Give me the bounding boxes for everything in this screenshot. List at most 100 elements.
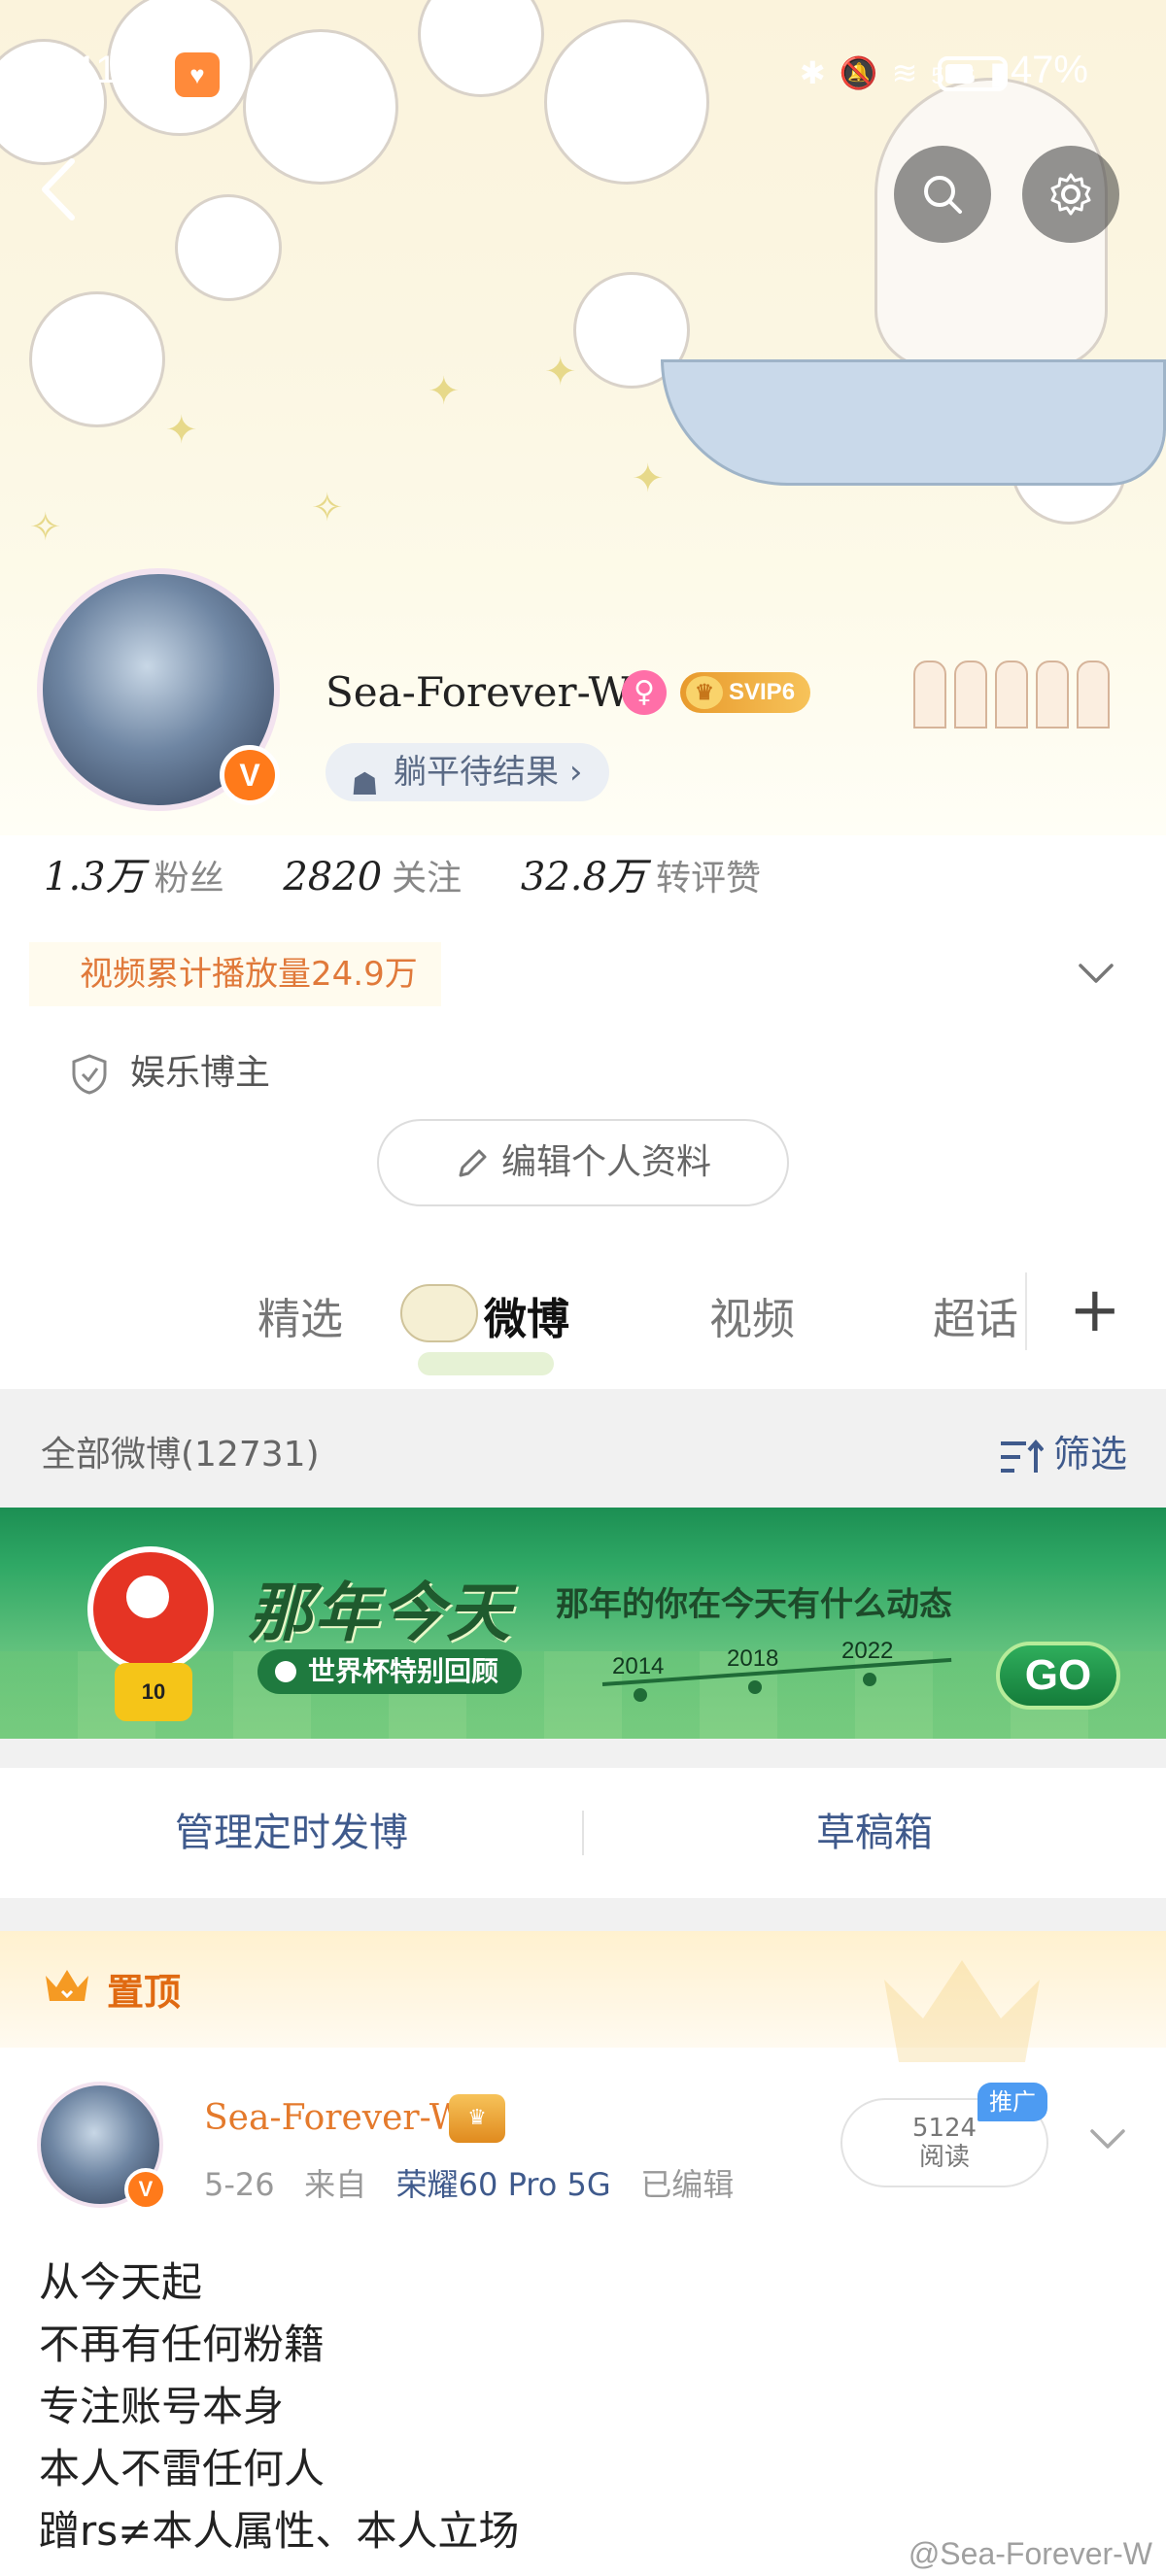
all-posts-count: 全部微博(12731) xyxy=(41,1435,320,1474)
svip-label: SVIP6 xyxy=(729,679,796,705)
tab-weibo[interactable]: 微博 xyxy=(484,1284,569,1346)
status-chip-label: 躺平待结果 xyxy=(394,753,559,792)
year-label: 2018 xyxy=(727,1645,779,1672)
battery-icon xyxy=(938,56,1008,91)
banner-title: 那年今天 xyxy=(248,1576,512,1650)
tab-featured[interactable]: 精选 xyxy=(257,1284,343,1346)
crown-watermark-icon xyxy=(884,1960,1040,2062)
sort-filter-icon xyxy=(1000,1439,1045,1473)
settings-button[interactable] xyxy=(1022,146,1119,243)
post-line: 专注账号本身 xyxy=(39,2383,285,2430)
tab-active-indicator xyxy=(418,1352,554,1375)
cover-star: ✦ xyxy=(632,457,665,501)
stat-value: 2820 xyxy=(283,855,383,899)
watermark: @Sea-Forever-W xyxy=(908,2536,1152,2571)
post-device[interactable]: 荣耀60 Pro 5G xyxy=(396,2166,611,2203)
stat-following[interactable]: 2820 关注 xyxy=(283,850,462,900)
shield-icon xyxy=(72,1054,107,1095)
section-gap xyxy=(0,1898,1166,1931)
wifi-icon: ≋ xyxy=(891,55,932,90)
chevron-right-icon: › xyxy=(568,753,583,792)
tab-sticker-icon xyxy=(400,1284,478,1342)
stat-label: 粉丝 xyxy=(154,859,224,898)
tab-supertopic[interactable]: 超话 xyxy=(933,1284,1018,1346)
stat-value: 32.8万 xyxy=(520,855,646,899)
pinned-label: 置顶 xyxy=(107,1971,182,2014)
filter-button[interactable]: 筛选 xyxy=(999,1424,1127,1477)
video-plays-summary[interactable]: 视频累计播放量24.9万 xyxy=(29,942,441,1006)
status-chip[interactable]: ☗ 躺平待结果 › xyxy=(326,743,610,802)
crown-icon xyxy=(46,1970,88,2001)
memories-banner[interactable]: 10 那年今天 那年的你在今天有什么动态 世界杯特别回顾 2014 2018 2… xyxy=(0,1508,1166,1739)
scheduled-posts-button[interactable]: 管理定时发博 xyxy=(0,1768,583,1898)
mute-icon: 🔕 xyxy=(839,55,892,90)
search-icon xyxy=(924,176,962,214)
stat-followers[interactable]: 1.3万 粉丝 xyxy=(44,845,224,901)
battery-percent: 47% xyxy=(1010,49,1088,91)
drafts-button[interactable]: 草稿箱 xyxy=(583,1768,1166,1898)
post-line: 从今天起 xyxy=(39,2258,203,2306)
cover-flower xyxy=(29,291,165,427)
svip-badge[interactable]: ♛ SVIP6 xyxy=(680,672,811,713)
profile-tabs: 精选 微博 视频 超话 + xyxy=(0,1243,1166,1389)
tab-videos[interactable]: 视频 xyxy=(709,1284,795,1346)
mascot-jersey: 10 xyxy=(115,1663,192,1721)
stat-value: 1.3万 xyxy=(44,855,145,899)
read-count-label: 阅读 xyxy=(918,2143,970,2172)
year-dot xyxy=(863,1673,876,1686)
crown-icon: ♛ xyxy=(686,676,723,709)
cover-star: ✦ xyxy=(165,408,198,453)
post-date: 5-26 xyxy=(204,2166,275,2203)
year-label: 2014 xyxy=(612,1653,665,1679)
profile-username: Sea-Forever-W xyxy=(326,668,631,716)
post-line: 本人不雷任何人 xyxy=(39,2445,326,2492)
year-dot xyxy=(634,1688,647,1702)
profile-cover: ✦ ✦ ✦ ✧ ✦ ✧ 11:10 ♥ ✱🔕≋5G▮ 47% V Sea-For… xyxy=(0,0,1166,835)
creator-tag-label: 娱乐博主 xyxy=(130,1053,271,1093)
chevron-left-icon xyxy=(42,158,75,220)
lying-person-icon: ☗ xyxy=(351,765,379,802)
status-bar: 11:10 ♥ ✱🔕≋5G▮ 47% xyxy=(0,49,1166,97)
year-label: 2022 xyxy=(841,1638,894,1664)
post-meta: 5-26 来自 荣耀60 Pro 5G 已编辑 xyxy=(204,2160,734,2205)
year-dot xyxy=(748,1680,762,1694)
profile-avatar[interactable]: V xyxy=(37,568,280,811)
search-button[interactable] xyxy=(894,146,991,243)
banner-pill-label: 世界杯特别回顾 xyxy=(308,1655,499,1687)
filter-label: 筛选 xyxy=(1052,1433,1127,1475)
soccer-ball-icon xyxy=(275,1661,296,1682)
status-time: 11:10 xyxy=(76,49,176,91)
post-author[interactable]: Sea-Forever-W xyxy=(204,2098,465,2138)
post-menu-chevron-down-icon[interactable] xyxy=(1086,2121,1129,2156)
pinned-post[interactable]: 置顶 V Sea-Forever-W ♛ 5-26 来自 荣耀60 Pro 5G… xyxy=(0,1931,1166,2576)
back-button[interactable] xyxy=(39,155,97,233)
stat-label: 转评赞 xyxy=(655,859,761,898)
post-line: 蹭rs≠本人属性、本人立场 xyxy=(39,2507,520,2555)
cover-star: ✦ xyxy=(428,369,461,414)
post-edited: 已编辑 xyxy=(640,2166,735,2203)
notification-app-icon: ♥ xyxy=(175,52,220,97)
edit-profile-label: 编辑个人资料 xyxy=(500,1142,711,1182)
stat-label: 关注 xyxy=(392,859,463,898)
pencil-icon xyxy=(459,1149,487,1177)
cover-star: ✧ xyxy=(29,505,62,550)
go-button[interactable]: GO xyxy=(996,1642,1120,1710)
gear-icon xyxy=(1050,173,1091,216)
section-gap xyxy=(0,1739,1166,1768)
creator-tag[interactable]: 娱乐博主 xyxy=(70,1044,270,1096)
cover-flower xyxy=(544,19,709,185)
verified-badge: V xyxy=(220,745,280,805)
edit-profile-button[interactable]: 编辑个人资料 xyxy=(377,1119,789,1206)
verified-badge: V xyxy=(124,2168,167,2211)
stat-interactions[interactable]: 32.8万 转评赞 xyxy=(521,845,761,901)
expand-chevron-down-icon[interactable] xyxy=(1075,952,1117,995)
pinned-header: 置顶 xyxy=(0,1931,1166,2062)
cover-fence xyxy=(913,661,1166,729)
filter-bar: 全部微博(12731) 筛选 xyxy=(0,1389,1166,1508)
cover-boat xyxy=(661,359,1166,486)
banner-pill: 世界杯特别回顾 xyxy=(257,1649,523,1694)
promote-badge[interactable]: 推广 xyxy=(977,2083,1047,2121)
post-line: 不再有任何粉籍 xyxy=(39,2321,326,2368)
cover-star: ✦ xyxy=(544,350,577,394)
add-tab-plus-icon[interactable]: + xyxy=(1069,1276,1121,1344)
